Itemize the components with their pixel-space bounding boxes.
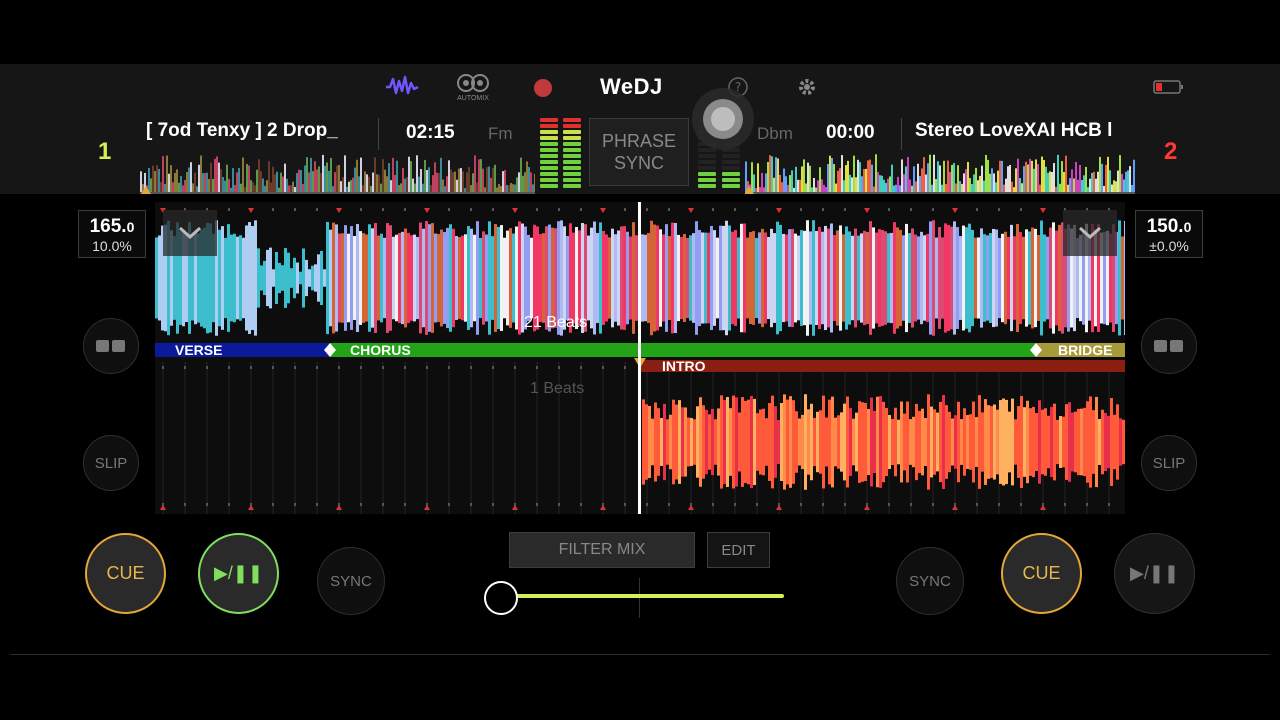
waveform-canvas [155, 202, 1125, 514]
deck1-loop-button[interactable] [83, 318, 139, 374]
deck1-play-pause-button[interactable]: ▶/❚❚ [198, 533, 279, 614]
deck1-cue-button[interactable]: CUE [85, 533, 166, 614]
app-logo: WeDJ [600, 74, 663, 99]
deck1-time: 02:15 [406, 122, 455, 143]
battery-icon [1152, 78, 1186, 96]
crossfader-track[interactable] [500, 594, 784, 598]
deck1-pitch: 10.0% [92, 238, 132, 254]
deck1-overview-waveform[interactable] [140, 150, 535, 194]
deck2-bpm-display[interactable]: 150.0 ±0.0% [1135, 210, 1203, 258]
deck2-cue-button[interactable]: CUE [1001, 533, 1082, 614]
edit-button[interactable]: EDIT [707, 532, 770, 568]
crossfader-knob[interactable] [484, 581, 518, 615]
filter-mix-button[interactable]: FILTER MIX [509, 532, 695, 568]
deck1-level-meter-b [563, 118, 581, 190]
bottom-divider [10, 654, 1270, 655]
phrase-sync-line1: PHRASE [601, 131, 677, 151]
deck2-play-pause-button[interactable]: ▶/❚❚ [1114, 533, 1195, 614]
crossfader-center-mark [639, 578, 640, 618]
deck2-loop-button[interactable] [1141, 318, 1197, 374]
phrase-label-intro: INTRO [662, 358, 706, 374]
deck2-number: 2 [1164, 138, 1178, 165]
phrase-label-verse: VERSE [175, 342, 223, 358]
phrase-sync-button[interactable]: PHRASE SYNC [589, 118, 689, 186]
deck2-bpm-int: 150. [1146, 216, 1184, 237]
deck1-bpm-display[interactable]: 165.0 10.0% [78, 210, 146, 258]
deck2-collapse-chevron-down-icon[interactable] [1063, 210, 1117, 256]
bottom-beats-label: 1 Beats [530, 380, 585, 397]
deck2-slip-button[interactable]: SLIP [1141, 435, 1197, 491]
deck1-collapse-chevron-down-icon[interactable] [163, 210, 217, 256]
loop-icon [96, 340, 125, 352]
deck2-separator [901, 118, 902, 150]
deck2-key: Dbm [757, 124, 793, 143]
phrase-sync-line2: SYNC [613, 153, 664, 173]
waveform-icon[interactable] [384, 72, 420, 100]
deck1-sync-button[interactable]: SYNC [317, 547, 385, 615]
phrase-label-chorus: CHORUS [350, 342, 411, 358]
deck1-track-title[interactable]: [ 7od Tenxy ] 2 Drop_ [146, 120, 358, 142]
deck2-time: 00:00 [826, 122, 875, 143]
deck1-number: 1 [98, 138, 112, 165]
phrase-label-bridge: BRIDGE [1058, 342, 1113, 358]
deck1-separator [378, 118, 379, 150]
loop-icon [1154, 340, 1183, 352]
main-waveform-area[interactable] [155, 202, 1125, 514]
automix-icon[interactable] [454, 72, 492, 94]
deck2-track-title[interactable]: Stereo LoveXAI HCB l [915, 120, 1134, 142]
deck2-sync-button[interactable]: SYNC [896, 547, 964, 615]
deck1-key: Fm [488, 124, 513, 143]
deck2-pitch: ±0.0% [1149, 238, 1189, 254]
deck1-bpm-dec: 0 [126, 219, 135, 235]
phrase-sync-indicator-icon [690, 86, 756, 152]
deck2-bpm-dec: 0 [1183, 219, 1192, 235]
deck1-bpm-int: 165. [89, 216, 127, 237]
automix-label: AUTOMIX [457, 95, 489, 102]
deck1-level-meter-a [540, 118, 558, 190]
top-beats-label: 21 Beats [524, 314, 588, 331]
deck1-slip-button[interactable]: SLIP [83, 435, 139, 491]
deck2-overview-waveform[interactable] [745, 150, 1135, 194]
gear-icon[interactable] [795, 75, 819, 99]
record-icon[interactable] [532, 77, 554, 99]
